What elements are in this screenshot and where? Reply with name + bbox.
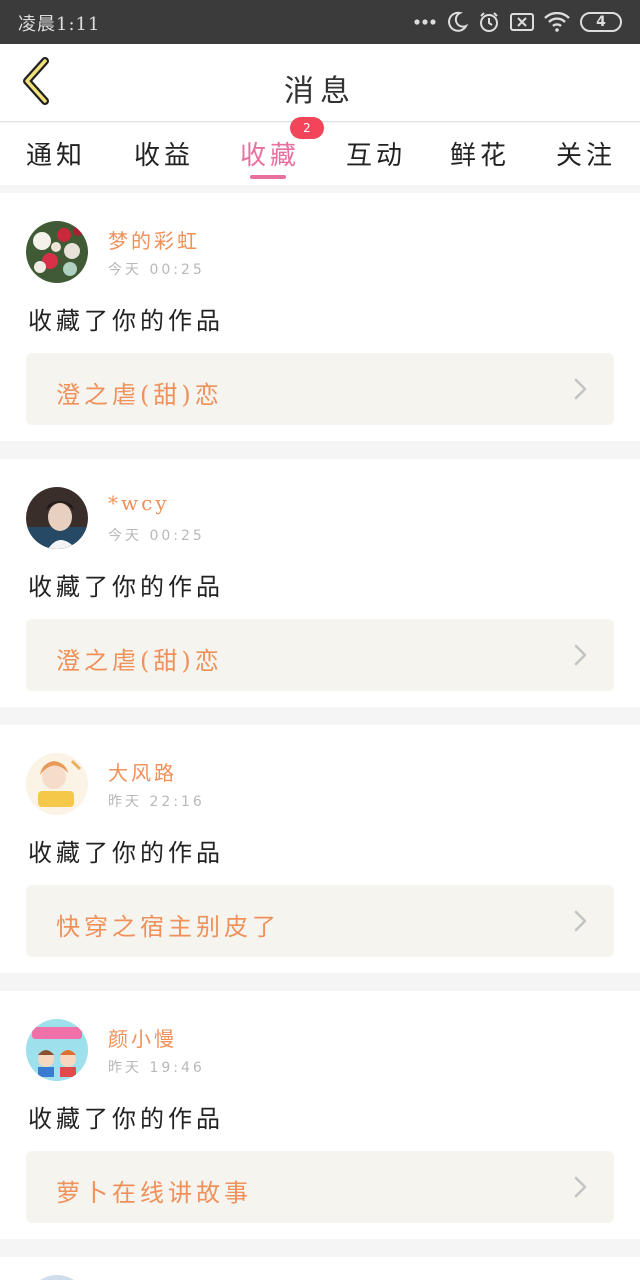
work-link[interactable]: 澄之虐(甜)恋 (26, 619, 614, 691)
avatar[interactable] (26, 221, 88, 283)
avatar[interactable] (26, 1275, 88, 1280)
chevron-right-icon (570, 643, 590, 667)
avatar[interactable] (26, 753, 88, 815)
active-tab-indicator (250, 175, 286, 179)
tab-earnings[interactable]: 收益 (134, 135, 194, 172)
work-title: 快穿之宿主别皮了 (56, 913, 280, 941)
avatar[interactable] (26, 1019, 88, 1081)
nav-bar: 消息 (0, 44, 640, 122)
work-title: 萝卜在线讲故事 (56, 1179, 252, 1207)
chevron-right-icon (570, 1175, 590, 1199)
user-name[interactable]: 颜小慢 (108, 1023, 177, 1052)
battery-level: 4 (596, 14, 606, 30)
page-title: 消息 (284, 74, 356, 109)
avatar[interactable] (26, 487, 88, 549)
tab-following[interactable]: 关注 (556, 135, 616, 172)
tab-favorites[interactable]: 收藏 (240, 135, 300, 172)
wifi-icon (544, 12, 570, 32)
work-link[interactable]: 萝卜在线讲故事 (26, 1151, 614, 1223)
timestamp: 昨天 19:46 (108, 1060, 205, 1076)
work-link[interactable]: 澄之虐(甜)恋 (26, 353, 614, 425)
status-bar: 凌晨1:11 4 (0, 0, 640, 44)
action-text: 收藏了你的作品 (28, 573, 224, 601)
notification-card: 梦的彩虹 今天 00:25 收藏了你的作品 澄之虐(甜)恋 (0, 193, 640, 441)
chevron-right-icon (570, 377, 590, 401)
tab-notice[interactable]: 通知 (26, 135, 86, 172)
unread-badge: 2 (290, 117, 324, 139)
battery-icon: 4 (580, 12, 622, 32)
more-dots-icon (414, 18, 436, 26)
user-name[interactable]: 梦的彩虹 (108, 225, 200, 254)
action-text: 收藏了你的作品 (28, 1105, 224, 1133)
alarm-icon (478, 11, 500, 33)
notification-card: *wcy 今天 00:25 收藏了你的作品 澄之虐(甜)恋 (0, 459, 640, 707)
tab-flowers[interactable]: 鲜花 (450, 135, 510, 172)
tab-bar: 通知 收益 收藏 2 互动 鲜花 关注 (0, 117, 640, 185)
timestamp: 昨天 22:16 (108, 794, 205, 810)
work-link[interactable]: 快穿之宿主别皮了 (26, 885, 614, 957)
work-title: 澄之虐(甜)恋 (56, 381, 223, 409)
tab-interaction[interactable]: 互动 (346, 135, 406, 172)
user-name[interactable]: *wcy (108, 491, 170, 515)
work-title: 澄之虐(甜)恋 (56, 647, 223, 675)
sim-off-icon (510, 12, 534, 32)
timestamp: 今天 00:25 (108, 262, 205, 278)
action-text: 收藏了你的作品 (28, 839, 224, 867)
action-text: 收藏了你的作品 (28, 307, 224, 335)
status-time: 凌晨1:11 (18, 14, 101, 35)
moon-icon (446, 11, 468, 33)
notification-card: 大风路 昨天 22:16 收藏了你的作品 快穿之宿主别皮了 (0, 725, 640, 973)
chevron-right-icon (570, 909, 590, 933)
user-name[interactable]: 大风路 (108, 757, 177, 786)
timestamp: 今天 00:25 (108, 528, 205, 544)
notification-card (0, 1257, 640, 1280)
notification-card: 颜小慢 昨天 19:46 收藏了你的作品 萝卜在线讲故事 (0, 991, 640, 1239)
status-icons: 4 (414, 8, 622, 36)
